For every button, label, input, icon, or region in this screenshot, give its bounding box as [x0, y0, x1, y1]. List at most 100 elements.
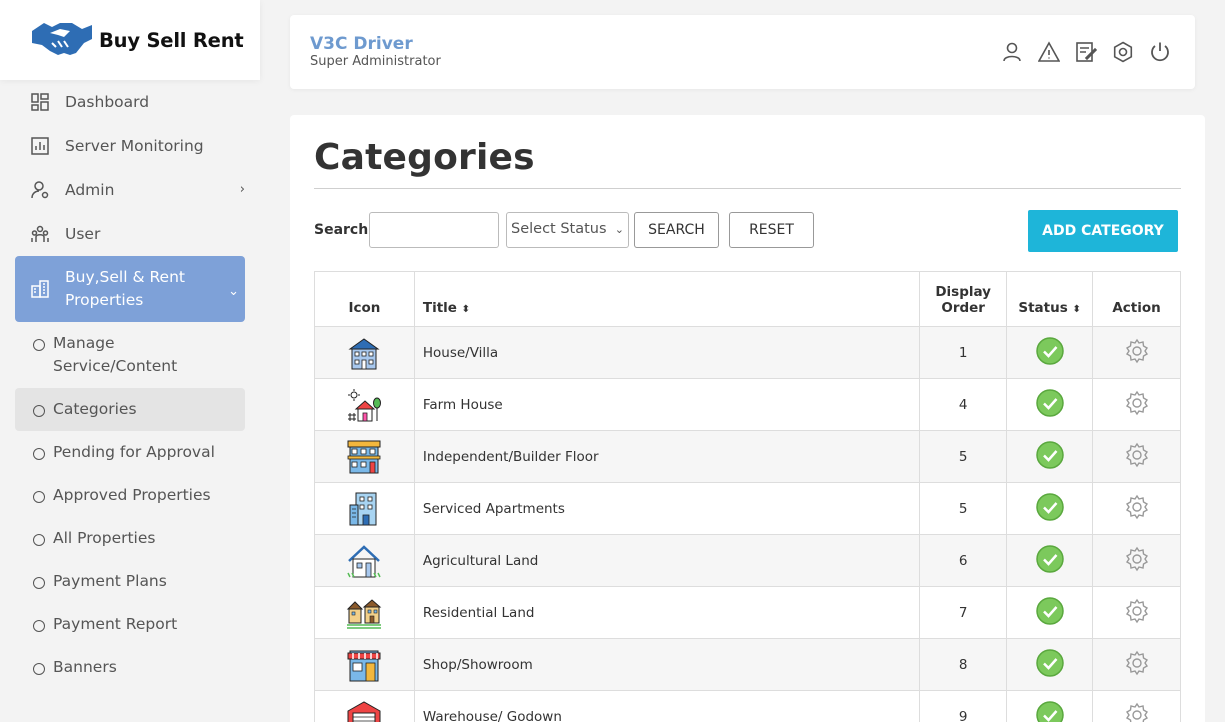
agricultural-land-icon: [315, 543, 414, 579]
category-icon-cell: [314, 638, 415, 691]
profile-icon[interactable]: [1001, 41, 1023, 63]
table-row: Agricultural Land 6: [314, 534, 1181, 587]
sidebar-subitem-label: Approved Properties: [53, 486, 211, 504]
chevron-right-icon: ›: [239, 182, 245, 197]
sort-icon: ⬍: [461, 304, 471, 315]
user-name: V3C Driver: [310, 34, 413, 54]
status-cell: [1006, 430, 1094, 483]
action-cell: [1092, 534, 1181, 587]
status-active-icon[interactable]: [1035, 336, 1064, 365]
building-icon: [31, 280, 49, 298]
sidebar-item-label: Buy,Sell & Rent Properties: [65, 268, 185, 309]
sidebar-subitem-categories[interactable]: Categories: [15, 388, 245, 431]
category-icon-cell: [314, 534, 415, 587]
dashboard-icon: [31, 93, 49, 111]
users-icon: [31, 225, 49, 243]
status-active-icon[interactable]: [1035, 492, 1064, 521]
sidebar-item-user[interactable]: User: [15, 212, 245, 256]
edit-note-icon[interactable]: [1075, 41, 1097, 63]
action-cell: [1092, 430, 1181, 483]
sidebar-subitem-manage-service[interactable]: Manage Service/Content: [15, 322, 245, 388]
category-icon-cell: [314, 430, 415, 483]
status-active-icon[interactable]: [1035, 544, 1064, 573]
gear-icon[interactable]: [1124, 338, 1150, 364]
sidebar-subitem-approved[interactable]: Approved Properties: [15, 474, 245, 517]
action-cell: [1092, 482, 1181, 535]
table-row: Serviced Apartments 5: [314, 482, 1181, 535]
sidebar-subitem-all-properties[interactable]: All Properties: [15, 517, 245, 560]
category-title: Shop/Showroom: [413, 638, 921, 691]
status-active-icon[interactable]: [1035, 440, 1064, 469]
category-title: Independent/Builder Floor: [413, 430, 921, 483]
admin-icon: [31, 181, 49, 199]
column-header-action: Action: [1092, 271, 1181, 327]
sidebar-subitem-payment-plans[interactable]: Payment Plans: [15, 560, 245, 603]
sidebar-item-properties[interactable]: Buy,Sell & Rent Properties ⌄: [15, 256, 245, 322]
gear-icon[interactable]: [1124, 650, 1150, 676]
brand-name: Buy Sell Rent: [99, 28, 244, 52]
status-active-icon[interactable]: [1035, 596, 1064, 625]
table-row: Independent/Builder Floor 5: [314, 430, 1181, 483]
gear-icon[interactable]: [1124, 702, 1150, 722]
add-category-button[interactable]: ADD CATEGORY: [1028, 210, 1178, 252]
circle-icon: [33, 405, 45, 417]
action-cell: [1092, 326, 1181, 379]
table-row: Shop/Showroom 8: [314, 638, 1181, 691]
status-select[interactable]: Select Status ⌄: [506, 212, 629, 248]
category-icon-cell: [314, 326, 415, 379]
header-bar: V3C Driver Super Administrator: [290, 15, 1195, 89]
status-active-icon[interactable]: [1035, 700, 1064, 722]
page-title: Categories: [314, 137, 535, 178]
user-role: Super Administrator: [310, 54, 441, 69]
table-header-row: Icon Title ⬍ Display Order Status ⬍ Actio…: [314, 271, 1181, 327]
sidebar-item-admin[interactable]: Admin ›: [15, 168, 245, 212]
sidebar-subitem-label: All Properties: [53, 529, 156, 547]
sidebar-item-dashboard[interactable]: Dashboard: [15, 80, 245, 124]
column-header-status[interactable]: Status ⬍: [1006, 271, 1094, 327]
display-order: 7: [919, 586, 1008, 639]
search-input[interactable]: [369, 212, 499, 248]
sidebar-subitem-pending[interactable]: Pending for Approval: [15, 431, 245, 474]
reset-button[interactable]: RESET: [729, 212, 814, 248]
table-row: Farm House 4: [314, 378, 1181, 431]
status-active-icon[interactable]: [1035, 648, 1064, 677]
chart-icon: [31, 137, 49, 155]
gear-icon[interactable]: [1124, 494, 1150, 520]
gear-icon[interactable]: [1124, 390, 1150, 416]
table-row: Warehouse/ Godown 9: [314, 690, 1181, 722]
status-cell: [1006, 586, 1094, 639]
table-row: Residential Land 7: [314, 586, 1181, 639]
circle-icon: [33, 339, 45, 351]
category-title: Residential Land: [413, 586, 921, 639]
column-header-title[interactable]: Title ⬍: [413, 271, 921, 327]
category-icon-cell: [314, 586, 415, 639]
display-order: 6: [919, 534, 1008, 587]
header-actions: [1001, 41, 1171, 63]
sidebar-subitem-banners[interactable]: Banners: [15, 646, 245, 689]
search-button[interactable]: SEARCH: [634, 212, 719, 248]
category-title: Serviced Apartments: [413, 482, 921, 535]
apartment-icon: [315, 491, 414, 527]
display-order: 9: [919, 690, 1008, 722]
action-cell: [1092, 586, 1181, 639]
display-order: 4: [919, 378, 1008, 431]
shop-icon: [315, 647, 414, 683]
builder-floor-icon: [315, 439, 414, 475]
status-active-icon[interactable]: [1035, 388, 1064, 417]
category-icon-cell: [314, 482, 415, 535]
power-icon[interactable]: [1149, 41, 1171, 63]
search-label: Search:: [314, 222, 374, 238]
sidebar-subitem-payment-report[interactable]: Payment Report: [15, 603, 245, 646]
warning-icon[interactable]: [1038, 41, 1060, 63]
settings-icon[interactable]: [1112, 41, 1134, 63]
status-cell: [1006, 482, 1094, 535]
chevron-down-icon: ⌄: [228, 284, 239, 299]
gear-icon[interactable]: [1124, 598, 1150, 624]
gear-icon[interactable]: [1124, 546, 1150, 572]
category-title: Agricultural Land: [413, 534, 921, 587]
brand-logo[interactable]: Buy Sell Rent: [0, 0, 260, 80]
gear-icon[interactable]: [1124, 442, 1150, 468]
sidebar-item-server-monitoring[interactable]: Server Monitoring: [15, 124, 245, 168]
display-order: 5: [919, 430, 1008, 483]
sidebar: Buy Sell Rent Dashboard Server Monitorin…: [0, 0, 260, 722]
